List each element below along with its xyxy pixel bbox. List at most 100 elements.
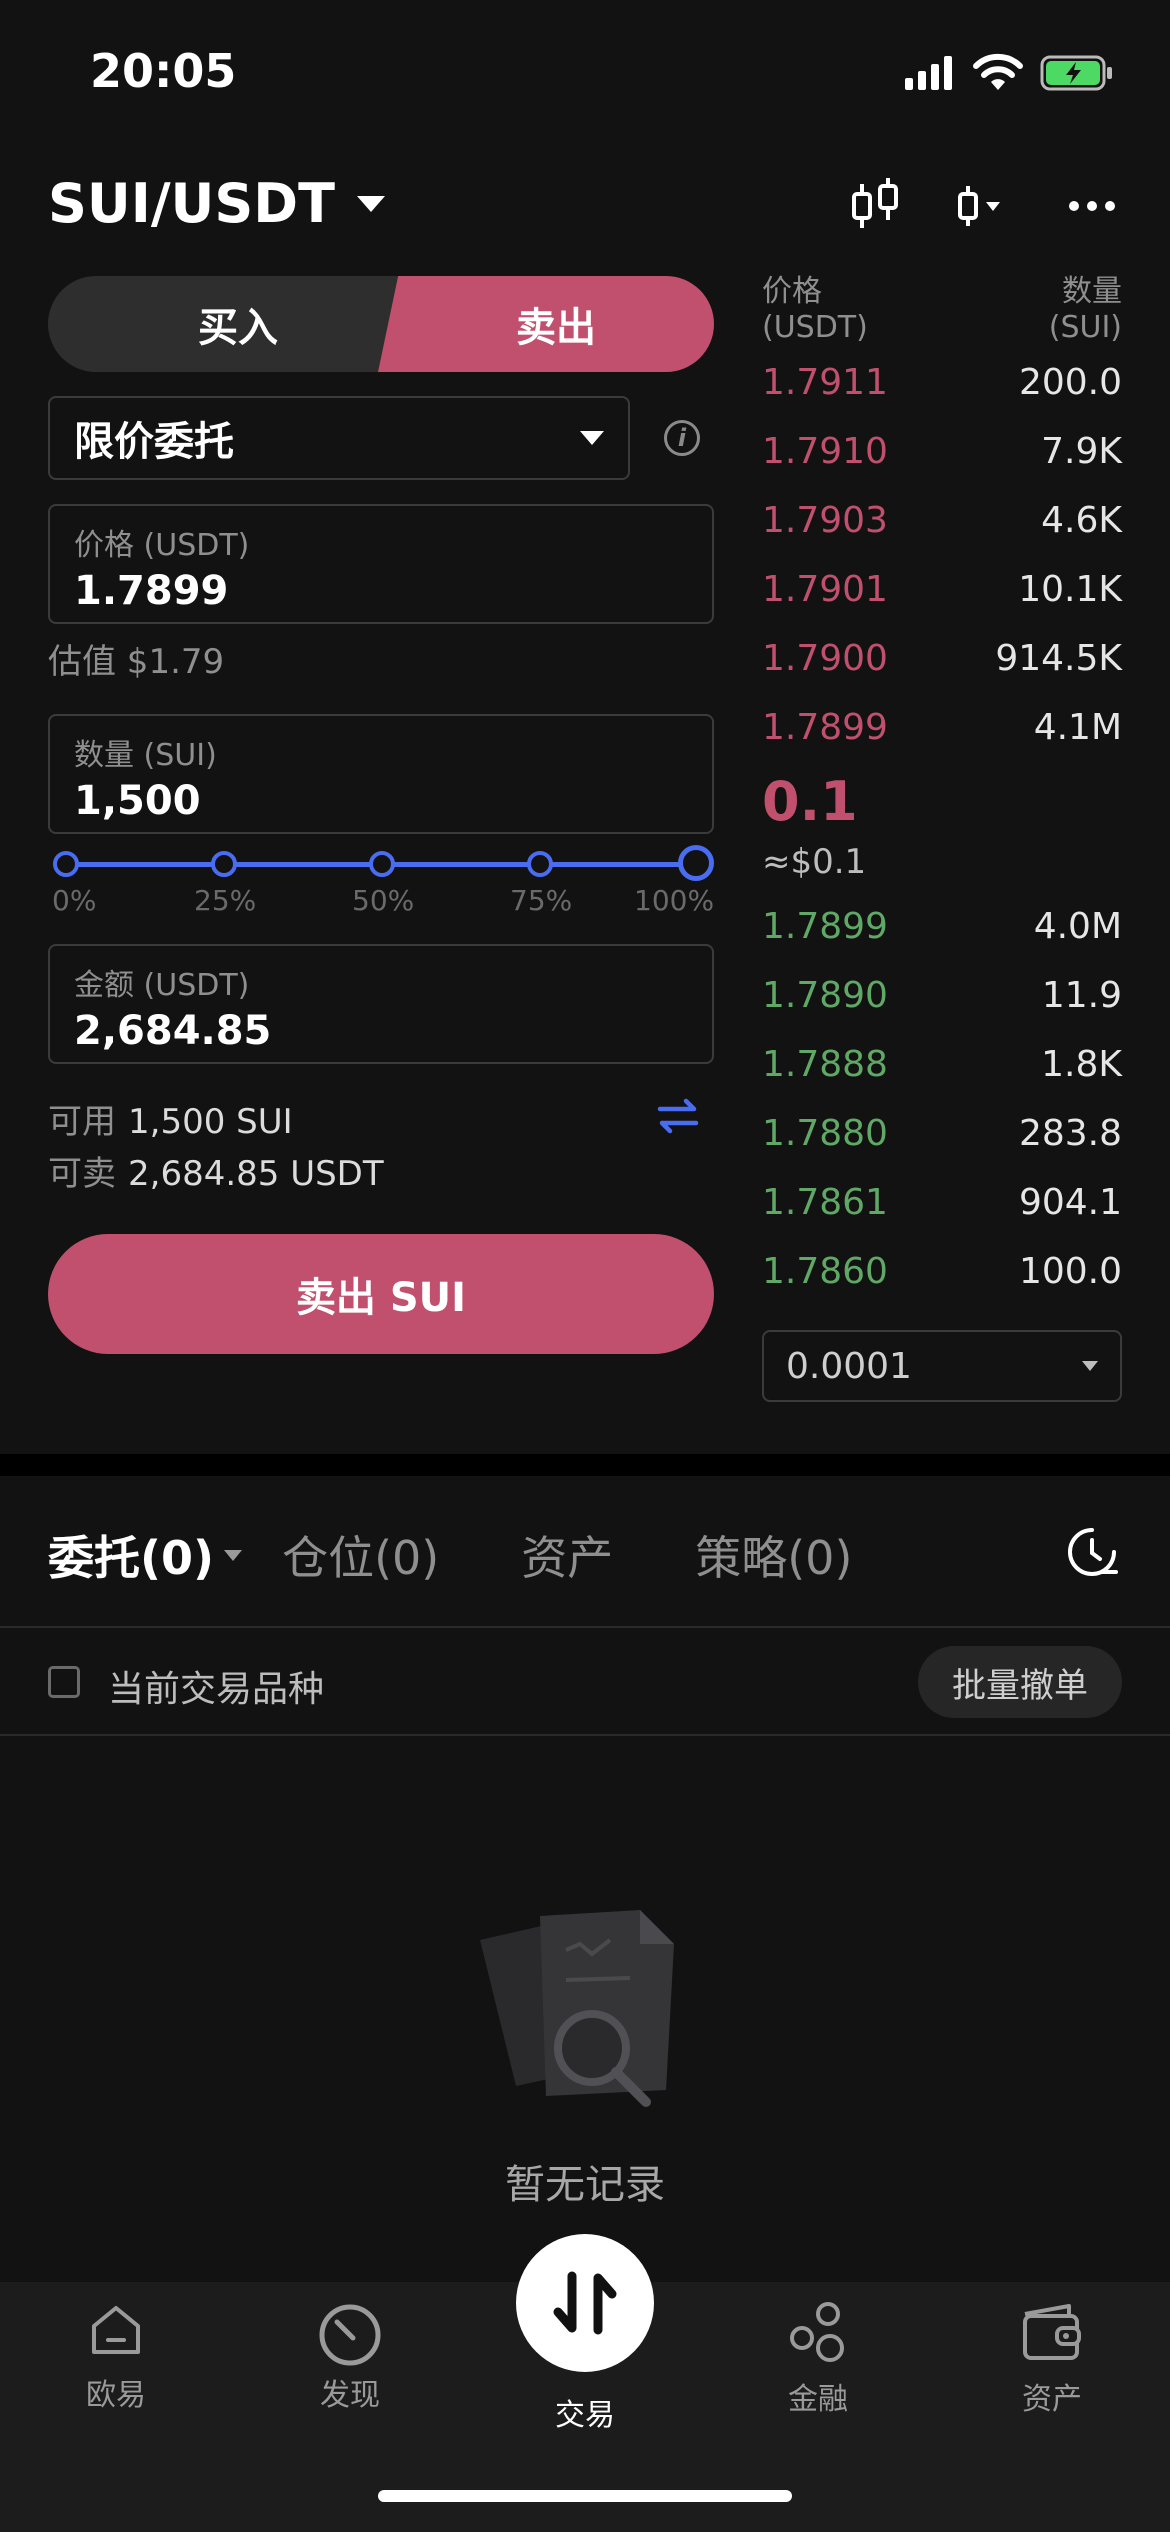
buy-sell-toggle: 买入 卖出 xyxy=(48,276,714,372)
sellable-key: 可卖 xyxy=(48,1154,116,1194)
price-input-label: 价格 (USDT) xyxy=(74,528,250,563)
bid-row[interactable]: 1.7860 100.0 xyxy=(762,1251,1122,1292)
current-pair-checkbox[interactable] xyxy=(48,1666,80,1698)
quantity-input-value[interactable]: 1,500 xyxy=(74,778,688,824)
pair-selector[interactable]: SUI/USDT xyxy=(48,172,385,235)
available-value: 1,500 SUI xyxy=(128,1102,293,1142)
tab-positions[interactable]: 仓位(0) xyxy=(282,1522,439,1588)
ask-row[interactable]: 1.7903 4.6K xyxy=(762,500,1122,541)
pair-label: SUI/USDT xyxy=(48,172,335,235)
nav-finance[interactable]: 金融 xyxy=(728,2300,908,2418)
amount-input-label: 金额 (USDT) xyxy=(74,968,250,1003)
nav-discover-label: 发现 xyxy=(320,2378,380,2413)
precision-select[interactable]: 0.0001 xyxy=(762,1330,1122,1402)
slider-stop-75[interactable] xyxy=(527,851,553,877)
slider-stop-50[interactable] xyxy=(369,851,395,877)
last-price-usd: ≈$0.1 xyxy=(762,842,867,882)
price-estimate: 估值 $1.79 xyxy=(48,642,225,682)
swap-arrows-icon[interactable] xyxy=(656,1098,700,1134)
bid-price: 1.7890 xyxy=(762,975,888,1016)
tab-strategies[interactable]: 策略(0) xyxy=(695,1522,852,1588)
nav-finance-label: 金融 xyxy=(788,2382,848,2417)
bid-row[interactable]: 1.7890 11.9 xyxy=(762,975,1122,1016)
candlestick-chart-icon[interactable] xyxy=(848,176,904,236)
wifi-icon xyxy=(973,53,1023,90)
ask-qty: 4.1M xyxy=(1033,707,1122,748)
orderbook-price-header: 价格 (USDT) xyxy=(762,274,868,346)
slider-stop-0[interactable] xyxy=(53,851,79,877)
quantity-input[interactable]: 数量 (SUI) 1,500 xyxy=(48,714,714,834)
ask-qty: 4.6K xyxy=(1041,500,1122,541)
ask-row[interactable]: 1.7899 4.1M xyxy=(762,707,1122,748)
bid-price: 1.7899 xyxy=(762,906,888,947)
available-balance: 可用 1,500 SUI xyxy=(48,1094,293,1143)
last-price[interactable]: 0.1 xyxy=(762,770,858,833)
buy-tab[interactable]: 买入 xyxy=(48,276,428,372)
trade-fab[interactable] xyxy=(516,2234,654,2372)
batch-cancel-button[interactable]: 批量撤单 xyxy=(918,1646,1122,1718)
ask-price: 1.7910 xyxy=(762,431,888,472)
chevron-down-icon xyxy=(580,431,604,445)
ask-qty: 200.0 xyxy=(1018,362,1122,403)
bid-qty: 904.1 xyxy=(1018,1182,1122,1223)
slider-tick-label: 100% xyxy=(634,884,715,917)
chevron-down-icon xyxy=(224,1549,243,1561)
sellable-balance: 可卖 2,684.85 USDT xyxy=(48,1146,384,1195)
empty-records-illustration-icon xyxy=(480,1910,674,2107)
nav-trade-label[interactable]: 交易 xyxy=(495,2390,675,2434)
slider-tick-label: 0% xyxy=(52,884,97,917)
slider-handle[interactable] xyxy=(678,845,714,881)
bid-price: 1.7880 xyxy=(762,1113,888,1154)
nav-home[interactable]: 欧易 xyxy=(26,2300,206,2414)
order-type-select[interactable]: 限价委托 xyxy=(48,396,630,480)
precision-value: 0.0001 xyxy=(786,1345,912,1387)
orders-tabs: 委托(0) 仓位(0) 资产 策略(0) xyxy=(48,1522,934,1588)
ask-price: 1.7903 xyxy=(762,500,888,541)
more-options-icon[interactable] xyxy=(1068,176,1116,236)
bid-row[interactable]: 1.7899 4.0M xyxy=(762,906,1122,947)
bid-price: 1.7861 xyxy=(762,1182,888,1223)
ask-row[interactable]: 1.7901 10.1K xyxy=(762,569,1122,610)
bid-row[interactable]: 1.7880 283.8 xyxy=(762,1113,1122,1154)
home-indicator[interactable] xyxy=(378,2490,792,2502)
orderbook-qty-header: 数量 (SUI) xyxy=(1049,274,1122,346)
ask-price: 1.7901 xyxy=(762,569,888,610)
nav-assets-label: 资产 xyxy=(1022,2382,1082,2417)
discover-icon xyxy=(319,2304,381,2366)
current-pair-filter-label[interactable]: 当前交易品种 xyxy=(108,1660,324,1712)
ask-qty: 7.9K xyxy=(1041,431,1122,472)
available-key: 可用 xyxy=(48,1102,116,1142)
price-input[interactable]: 价格 (USDT) 1.7899 xyxy=(48,504,714,624)
price-input-value[interactable]: 1.7899 xyxy=(74,568,688,614)
nav-home-label: 欧易 xyxy=(86,2378,146,2413)
tab-orders[interactable]: 委托(0) xyxy=(48,1522,243,1588)
home-icon xyxy=(92,2306,140,2354)
sell-submit-button[interactable]: 卖出 SUI xyxy=(48,1234,714,1354)
bid-qty: 283.8 xyxy=(1018,1113,1122,1154)
sell-tab[interactable]: 卖出 xyxy=(378,276,714,372)
order-type-label: 限价委托 xyxy=(74,419,234,465)
quantity-input-label: 数量 (SUI) xyxy=(74,738,217,773)
amount-input-value[interactable]: 2,684.85 xyxy=(74,1008,688,1054)
chart-type-dropdown-icon[interactable] xyxy=(954,176,1014,236)
ask-row[interactable]: 1.7900 914.5K xyxy=(762,638,1122,679)
info-icon[interactable]: i xyxy=(664,420,700,456)
order-history-icon[interactable] xyxy=(1066,1526,1118,1578)
slider-stop-25[interactable] xyxy=(211,851,237,877)
ask-qty: 914.5K xyxy=(995,638,1122,679)
nav-discover[interactable]: 发现 xyxy=(260,2300,440,2414)
tab-assets[interactable]: 资产 xyxy=(521,1522,613,1588)
tab-orders-label: 委托(0) xyxy=(48,1531,215,1585)
nav-assets[interactable]: 资产 xyxy=(962,2300,1142,2418)
section-divider xyxy=(0,1454,1170,1476)
amount-input[interactable]: 金额 (USDT) 2,684.85 xyxy=(48,944,714,1064)
cellular-signal-icon xyxy=(905,56,952,90)
chevron-down-icon xyxy=(356,195,385,212)
bid-price: 1.7860 xyxy=(762,1251,888,1292)
bid-qty: 1.8K xyxy=(1041,1044,1122,1085)
ask-price: 1.7899 xyxy=(762,707,888,748)
ask-row[interactable]: 1.7910 7.9K xyxy=(762,431,1122,472)
bid-row[interactable]: 1.7861 904.1 xyxy=(762,1182,1122,1223)
ask-row[interactable]: 1.7911 200.0 xyxy=(762,362,1122,403)
bid-row[interactable]: 1.7888 1.8K xyxy=(762,1044,1122,1085)
